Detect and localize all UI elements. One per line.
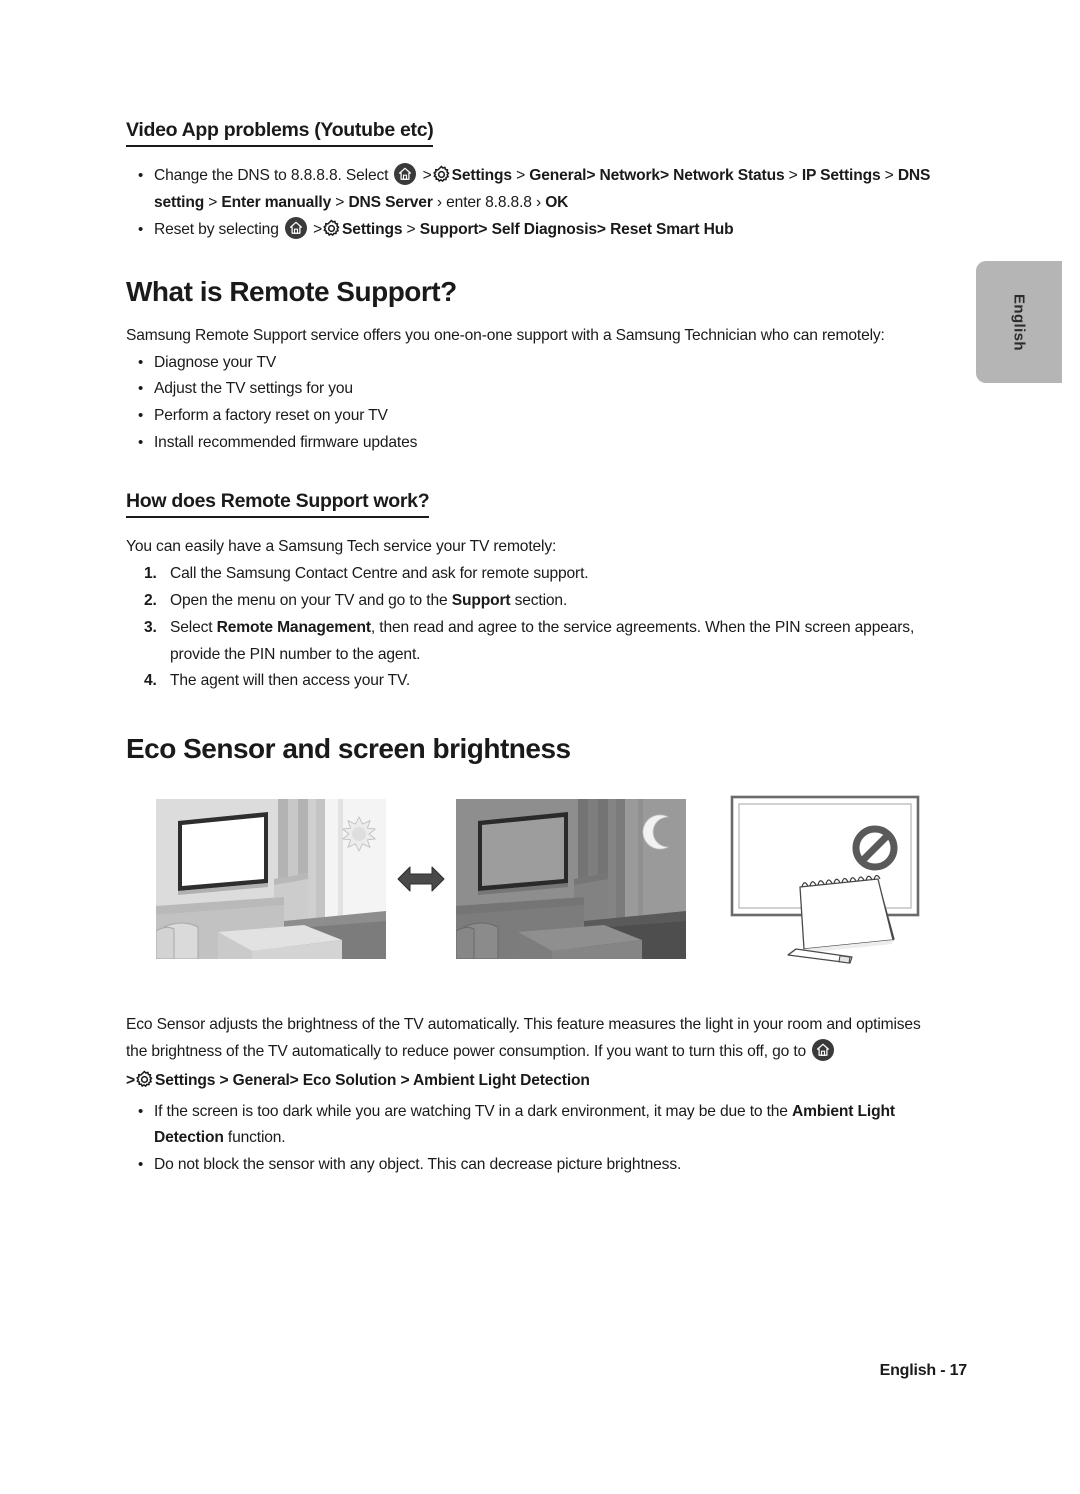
text-run: > — [784, 167, 802, 185]
list-item: Open the menu on your TV and go to the S… — [126, 588, 938, 615]
manual-page: English Video App problems (Youtube etc)… — [0, 0, 1080, 1494]
section-video-app-heading-wrap: Video App problems (Youtube etc) — [126, 118, 938, 151]
list-item: Select Remote Management, then read and … — [126, 615, 938, 669]
menu-term: Remote Management — [216, 618, 371, 636]
illustration-blocked-sensor — [726, 789, 941, 972]
double-arrow-icon — [396, 862, 456, 904]
menu-term: Network — [599, 167, 660, 185]
settings-gear-icon — [432, 165, 451, 184]
menu-term: Settings — [154, 1071, 216, 1089]
list-item: Install recommended firmware updates — [126, 430, 938, 457]
menu-term: Self Diagnosis — [491, 221, 598, 238]
menu-term: DNS Server — [348, 194, 433, 212]
section-how-works-heading: How does Remote Support work? — [126, 489, 430, 519]
page-content: Video App problems (Youtube etc) Change … — [126, 118, 941, 1179]
text-run: Reset by selecting — [154, 221, 283, 238]
illustration-dark-room — [456, 799, 686, 960]
text-run: › enter 8.8.8.8 › — [432, 194, 546, 212]
text-run: Do not block the sensor with any object.… — [154, 1156, 682, 1174]
text-run: > — [126, 1071, 135, 1089]
text-run: The agent will then access your TV. — [170, 672, 411, 690]
section-eco-sensor-heading: Eco Sensor and screen brightness — [126, 733, 571, 765]
menu-term: Eco Solution — [302, 1071, 397, 1089]
home-icon — [812, 1038, 835, 1061]
menu-term: Support — [451, 591, 511, 609]
text-run: > — [511, 167, 530, 185]
text-run: > — [308, 221, 323, 238]
list-item: Adjust the TV settings for you — [126, 376, 938, 403]
illustration-bright-room — [156, 799, 386, 960]
menu-term: General — [529, 167, 587, 185]
menu-term: OK — [545, 194, 569, 212]
section-video-app-heading: Video App problems (Youtube etc) — [126, 118, 434, 148]
menu-term: > — [478, 221, 492, 238]
menu-term: > — [289, 1071, 303, 1089]
menu-term: > — [586, 167, 600, 185]
eco-sensor-body: Eco Sensor adjusts the brightness of the… — [126, 1012, 938, 1066]
menu-term: Network Status — [673, 167, 785, 185]
text-run: > — [331, 194, 349, 212]
eco-sensor-illustration-row — [126, 784, 941, 980]
text-run: > — [402, 221, 420, 238]
how-works-intro: You can easily have a Samsung Tech servi… — [126, 538, 557, 556]
menu-term: Settings — [451, 167, 512, 185]
list-item: If the screen is too dark while you are … — [126, 1099, 938, 1153]
language-tab-label: English — [1010, 293, 1028, 351]
menu-term: IP Settings — [801, 167, 881, 185]
eco-sensor-menu-path: > Settings > General> Eco Solution > Ambi… — [126, 1068, 938, 1095]
blocked-sensor-svg — [726, 789, 941, 972]
text-run: Open the menu on your TV and go to the — [170, 591, 452, 609]
text-run: function. — [223, 1129, 286, 1147]
menu-term: > — [659, 167, 674, 185]
text-run: > — [215, 1071, 233, 1089]
bright-room-svg — [156, 799, 386, 960]
text-run: Select — [170, 618, 217, 636]
settings-gear-icon — [135, 1070, 154, 1089]
menu-term: General — [232, 1071, 290, 1089]
menu-term: Settings — [342, 221, 403, 238]
list-item: The agent will then access your TV. — [126, 668, 938, 695]
home-icon — [284, 217, 307, 239]
section-how-works-heading-wrap: How does Remote Support work? — [126, 489, 938, 522]
list-item: Perform a factory reset on your TV — [126, 403, 938, 430]
text-run: Call the Samsung Contact Centre and ask … — [170, 565, 589, 583]
home-icon — [394, 163, 417, 186]
menu-term: Reset Smart Hub — [610, 221, 734, 238]
section-remote-support-heading: What is Remote Support? — [126, 275, 457, 307]
dark-room-svg — [456, 799, 686, 960]
page-footer: English - 17 — [879, 1362, 968, 1379]
list-item: Reset by selecting >Settings > Support> … — [126, 217, 938, 244]
double-arrow-svg — [397, 866, 445, 892]
text-run: > — [418, 167, 432, 185]
menu-term: > — [596, 221, 611, 238]
eco-sensor-bullet-list: If the screen is too dark while you are … — [126, 1099, 938, 1179]
text-run: > — [396, 1071, 414, 1089]
language-side-tab: English — [976, 261, 1062, 383]
text-run: > — [880, 167, 898, 185]
menu-term: Support — [419, 221, 479, 238]
list-item: Do not block the sensor with any object.… — [126, 1152, 938, 1179]
video-app-bullet-list: Change the DNS to 8.8.8.8. Select >Setti… — [126, 163, 938, 243]
notebook-icon — [799, 878, 895, 954]
list-item: Call the Samsung Contact Centre and ask … — [126, 561, 938, 588]
remote-support-intro: Samsung Remote Support service offers yo… — [126, 326, 885, 344]
text-run: > — [204, 194, 222, 212]
menu-term: Ambient Light Detection — [413, 1071, 590, 1089]
list-item: Change the DNS to 8.8.8.8. Select >Setti… — [126, 163, 938, 217]
settings-gear-icon — [322, 219, 341, 238]
text-run: Eco Sensor adjusts the brightness of the… — [126, 1016, 921, 1060]
list-item: Diagnose your TV — [126, 350, 938, 377]
text-run: section. — [510, 591, 568, 609]
text-run: If the screen is too dark while you are … — [154, 1102, 792, 1120]
remote-support-bullet-list: Diagnose your TVAdjust the TV settings f… — [126, 350, 938, 457]
text-run: Change the DNS to 8.8.8.8. Select — [154, 167, 393, 185]
menu-term: Enter manually — [221, 194, 332, 212]
how-works-step-list: Call the Samsung Contact Centre and ask … — [126, 561, 938, 695]
